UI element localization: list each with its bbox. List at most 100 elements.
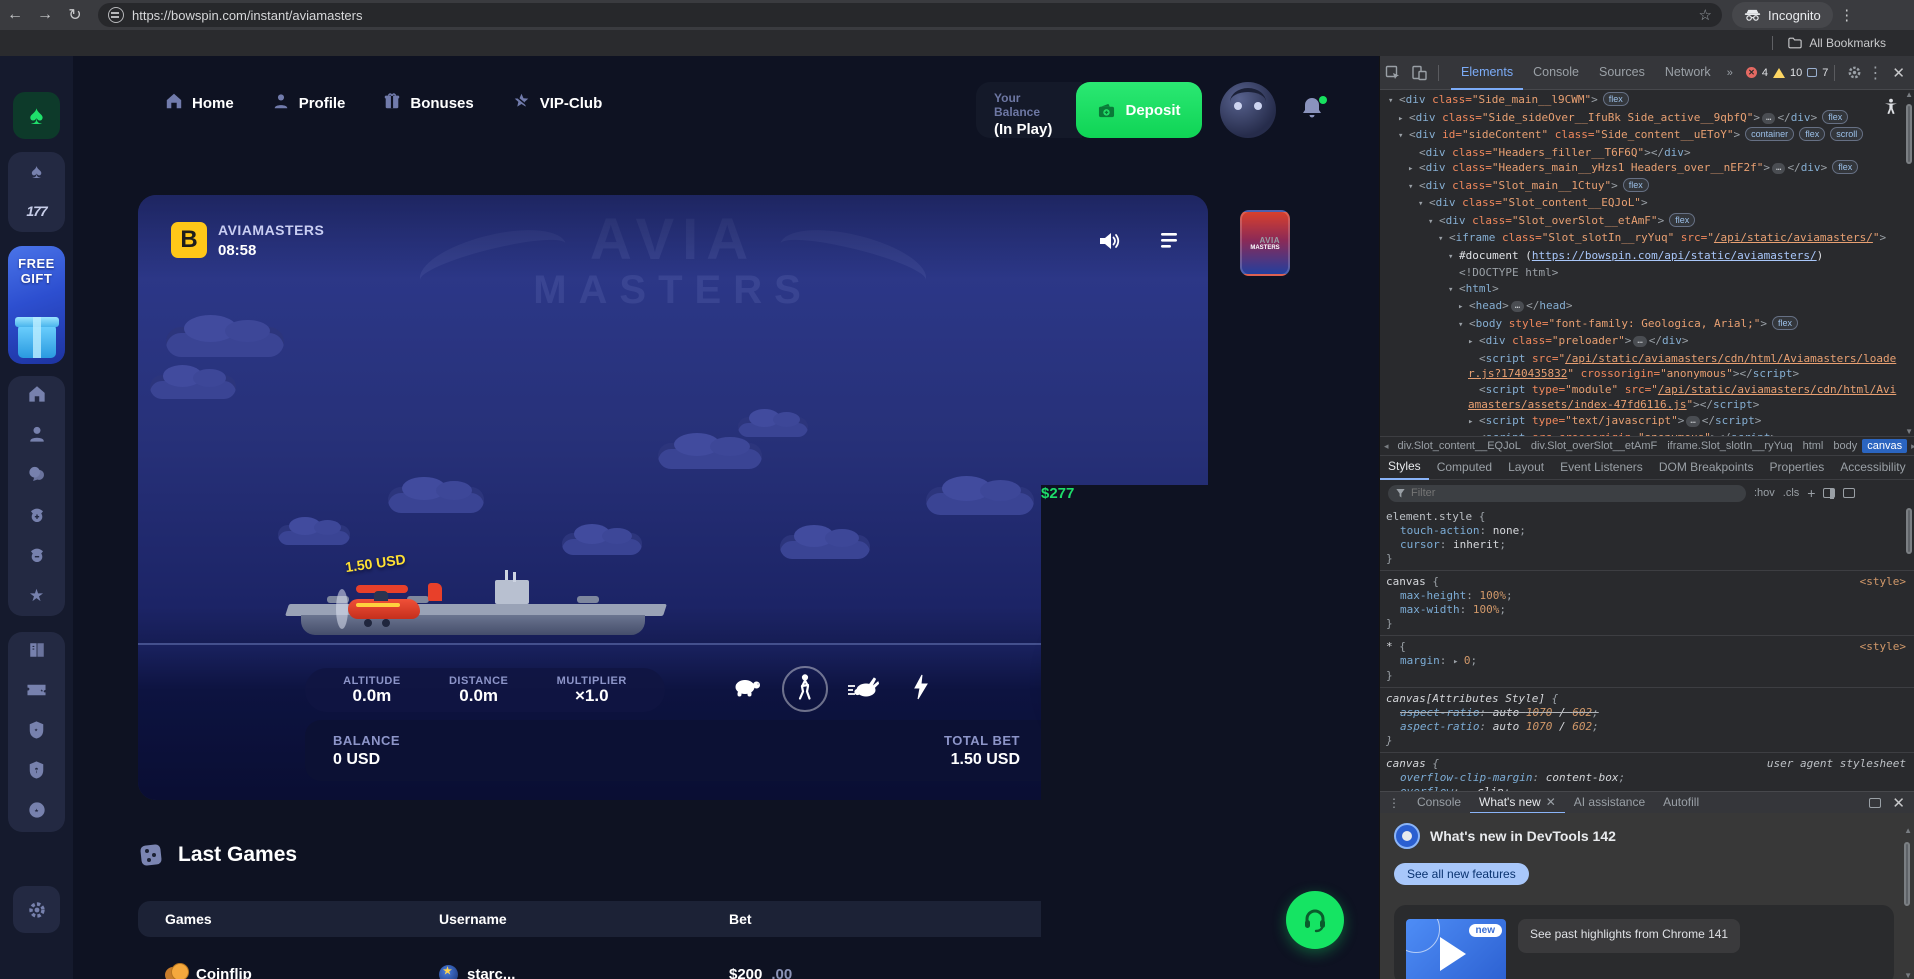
css-rule[interactable]: canvas[Attributes Style] {aspect-ratio: … xyxy=(1380,688,1914,753)
breadcrumb-div-Slot-content-EQJoL[interactable]: div.Slot_content__EQJoL xyxy=(1393,439,1526,453)
dom-tree-line[interactable]: ▸<div class="Side_sideOver__IfuBk Side_a… xyxy=(1380,110,1914,128)
speed-bolt-button[interactable] xyxy=(898,666,944,712)
breadcrumb-scroll-right-icon[interactable]: ▸ xyxy=(1907,441,1914,452)
last-games-row[interactable]: Coinflip starc... $200.00 $277.78 xyxy=(138,952,1326,979)
new-style-rule-icon[interactable]: + xyxy=(1807,485,1815,501)
game-thumbnail[interactable]: AVIA MASTERS xyxy=(1240,210,1290,276)
nav-item-profile[interactable]: Profile xyxy=(272,92,346,114)
sidebar-item-settings[interactable] xyxy=(13,886,60,933)
sound-icon[interactable] xyxy=(1096,228,1122,254)
rule-source-link[interactable]: <style> xyxy=(1860,575,1906,589)
sidebar-item-chat[interactable] xyxy=(8,456,65,496)
highlight-video-thumbnail[interactable]: new xyxy=(1406,919,1506,979)
deposit-button[interactable]: Deposit xyxy=(1076,82,1202,138)
styles-filter-input[interactable] xyxy=(1411,487,1711,499)
reload-icon[interactable]: ↻ xyxy=(60,5,90,25)
sidebar-item-security[interactable] xyxy=(8,752,65,792)
speed-walker-button[interactable] xyxy=(782,666,828,712)
sidebar-item-deposit[interactable] xyxy=(8,496,65,536)
sidebar-item-slots[interactable]: 177 xyxy=(8,192,65,232)
expand-ellipsis-button[interactable]: … xyxy=(1633,336,1646,347)
sidebar-item-casino[interactable]: ♠ xyxy=(8,152,65,192)
dom-tree-line[interactable]: ▸<div class="Headers_main__yHzs1 Headers… xyxy=(1380,160,1914,178)
dom-tree-line[interactable]: ▾<div class="Slot_main__1Ctuy">flex xyxy=(1380,178,1914,196)
bookmark-star-icon[interactable]: ☆ xyxy=(1699,6,1712,24)
brand-logo-spade-icon[interactable]: ♠ xyxy=(13,92,60,139)
devtools-tab-sources[interactable]: Sources xyxy=(1589,56,1655,90)
styles-tab-dom-breakpoints[interactable]: DOM Breakpoints xyxy=(1651,456,1762,479)
breadcrumb-html[interactable]: html xyxy=(1798,439,1829,453)
dom-tree-line[interactable]: ▾<body style="font-family: Geologica, Ar… xyxy=(1380,316,1914,334)
nav-item-bonuses[interactable]: Bonuses xyxy=(383,92,473,114)
sidebar-item-home[interactable] xyxy=(8,376,65,416)
css-rule[interactable]: <style>* {margin: ▸ 0;} xyxy=(1380,636,1914,688)
address-bar[interactable]: https://bowspin.com/instant/aviamasters … xyxy=(98,3,1722,27)
drawer-close-icon[interactable]: ✕ xyxy=(1883,794,1914,812)
dom-tree-line[interactable]: <script type="module" src="/api/static/a… xyxy=(1380,382,1914,413)
dom-tree-line[interactable]: ▾<div class="Slot_overSlot__etAmF">flex xyxy=(1380,213,1914,231)
sidebar-item-rules[interactable] xyxy=(8,632,65,672)
error-count[interactable]: 4 xyxy=(1762,67,1768,79)
support-chat-button[interactable] xyxy=(1286,891,1344,949)
breadcrumb-scroll-left-icon[interactable]: ◂ xyxy=(1380,441,1393,452)
inspect-element-icon[interactable] xyxy=(1380,63,1406,83)
drawer-tab-autofill[interactable]: Autofill xyxy=(1654,792,1708,814)
devtools-menu-icon[interactable]: ⋮ xyxy=(1867,63,1883,83)
styles-tab-computed[interactable]: Computed xyxy=(1429,456,1500,479)
sidebar-item-fairness[interactable]: ★ xyxy=(8,792,65,832)
toggle-hov[interactable]: :hov xyxy=(1754,487,1775,499)
sidebar-item-vip[interactable]: ★ xyxy=(8,712,65,752)
user-avatar[interactable] xyxy=(1220,82,1276,138)
site-info-icon[interactable] xyxy=(108,7,124,23)
more-tabs-icon[interactable]: » xyxy=(1721,67,1739,79)
devtools-close-icon[interactable]: ✕ xyxy=(1883,64,1914,82)
all-bookmarks-button[interactable]: All Bookmarks xyxy=(1809,36,1886,50)
issues-count[interactable]: 7 xyxy=(1822,67,1828,79)
rule-source-link[interactable]: user agent stylesheet xyxy=(1767,757,1906,771)
styles-tab-accessibility[interactable]: Accessibility xyxy=(1832,456,1913,479)
devtools-tab-elements[interactable]: Elements xyxy=(1451,56,1523,90)
notifications-bell-icon[interactable] xyxy=(1301,96,1327,124)
forward-icon[interactable]: → xyxy=(30,6,60,24)
speed-turtle-button[interactable] xyxy=(724,666,770,712)
dom-tree-line[interactable]: ▾<div id="sideContent" class="Side_conte… xyxy=(1380,127,1914,145)
styles-tab-event-listeners[interactable]: Event Listeners xyxy=(1552,456,1651,479)
back-icon[interactable]: ← xyxy=(0,6,30,24)
drawer-tab-ai-assistance[interactable]: AI assistance xyxy=(1565,792,1654,814)
styles-tab-layout[interactable]: Layout xyxy=(1500,456,1552,479)
devtools-settings-gear-icon[interactable] xyxy=(1841,63,1867,83)
dom-tree-line[interactable]: ▾<html> xyxy=(1380,281,1914,299)
expand-ellipsis-button[interactable]: … xyxy=(1762,113,1775,124)
breadcrumb-body[interactable]: body xyxy=(1828,439,1862,453)
breadcrumb-canvas[interactable]: canvas xyxy=(1862,439,1907,453)
rendering-emulation-icon[interactable] xyxy=(1823,488,1835,498)
dom-tree-line[interactable]: ▾<div class="Slot_content__EQJoL"> xyxy=(1380,195,1914,213)
breadcrumb-div-Slot-overSlot-etAmF[interactable]: div.Slot_overSlot__etAmF xyxy=(1526,439,1662,453)
expand-ellipsis-button[interactable]: … xyxy=(1511,301,1524,312)
sidebar-free-gift-banner[interactable]: FREE GIFT xyxy=(8,246,65,364)
css-rule[interactable]: element.style {touch-action: none;cursor… xyxy=(1380,506,1914,571)
dom-tree-line[interactable]: <script src="/api/static/aviamasters/cdn… xyxy=(1380,351,1914,382)
dom-tree-line[interactable]: ▾#document (https://bowspin.com/api/stat… xyxy=(1380,248,1914,266)
css-rule[interactable]: <style>canvas {max-height: 100%;max-widt… xyxy=(1380,571,1914,636)
dom-tree-line[interactable]: <!DOCTYPE html> xyxy=(1380,265,1914,281)
dom-tree-line[interactable]: ▸<div class="preloader">…</div> xyxy=(1380,333,1914,351)
warning-count[interactable]: 10 xyxy=(1790,67,1802,79)
drawer-tab-what-s-new[interactable]: What's new✕ xyxy=(1470,792,1565,814)
whats-new-card[interactable]: new See past highlights from Chrome 141 xyxy=(1394,905,1894,979)
dom-tree-line[interactable]: ▸<head>…</head> xyxy=(1380,298,1914,316)
dom-tree-line[interactable]: ▾<div class="Side_main__l9CWM">flex xyxy=(1380,92,1914,110)
rule-source-link[interactable]: <style> xyxy=(1860,640,1906,654)
expand-ellipsis-button[interactable]: … xyxy=(1686,416,1699,427)
drawer-dock-icon[interactable] xyxy=(1869,798,1881,808)
nav-item-home[interactable]: Home xyxy=(165,92,234,114)
toggle-cls[interactable]: .cls xyxy=(1783,487,1800,499)
breadcrumb-iframe-Slot-slotIn-ryYuq[interactable]: iframe.Slot_slotIn__ryYuq xyxy=(1662,439,1797,453)
drawer-tab-console[interactable]: Console xyxy=(1408,792,1470,814)
dom-tree-line[interactable]: ▸<script type="text/javascript">…</scrip… xyxy=(1380,413,1914,431)
styles-tab-styles[interactable]: Styles xyxy=(1380,455,1429,480)
styles-tab-properties[interactable]: Properties xyxy=(1762,456,1833,479)
devtools-tab-network[interactable]: Network xyxy=(1655,56,1721,90)
device-toolbar-icon[interactable] xyxy=(1406,63,1432,83)
styles-filter-pill[interactable] xyxy=(1388,485,1746,502)
